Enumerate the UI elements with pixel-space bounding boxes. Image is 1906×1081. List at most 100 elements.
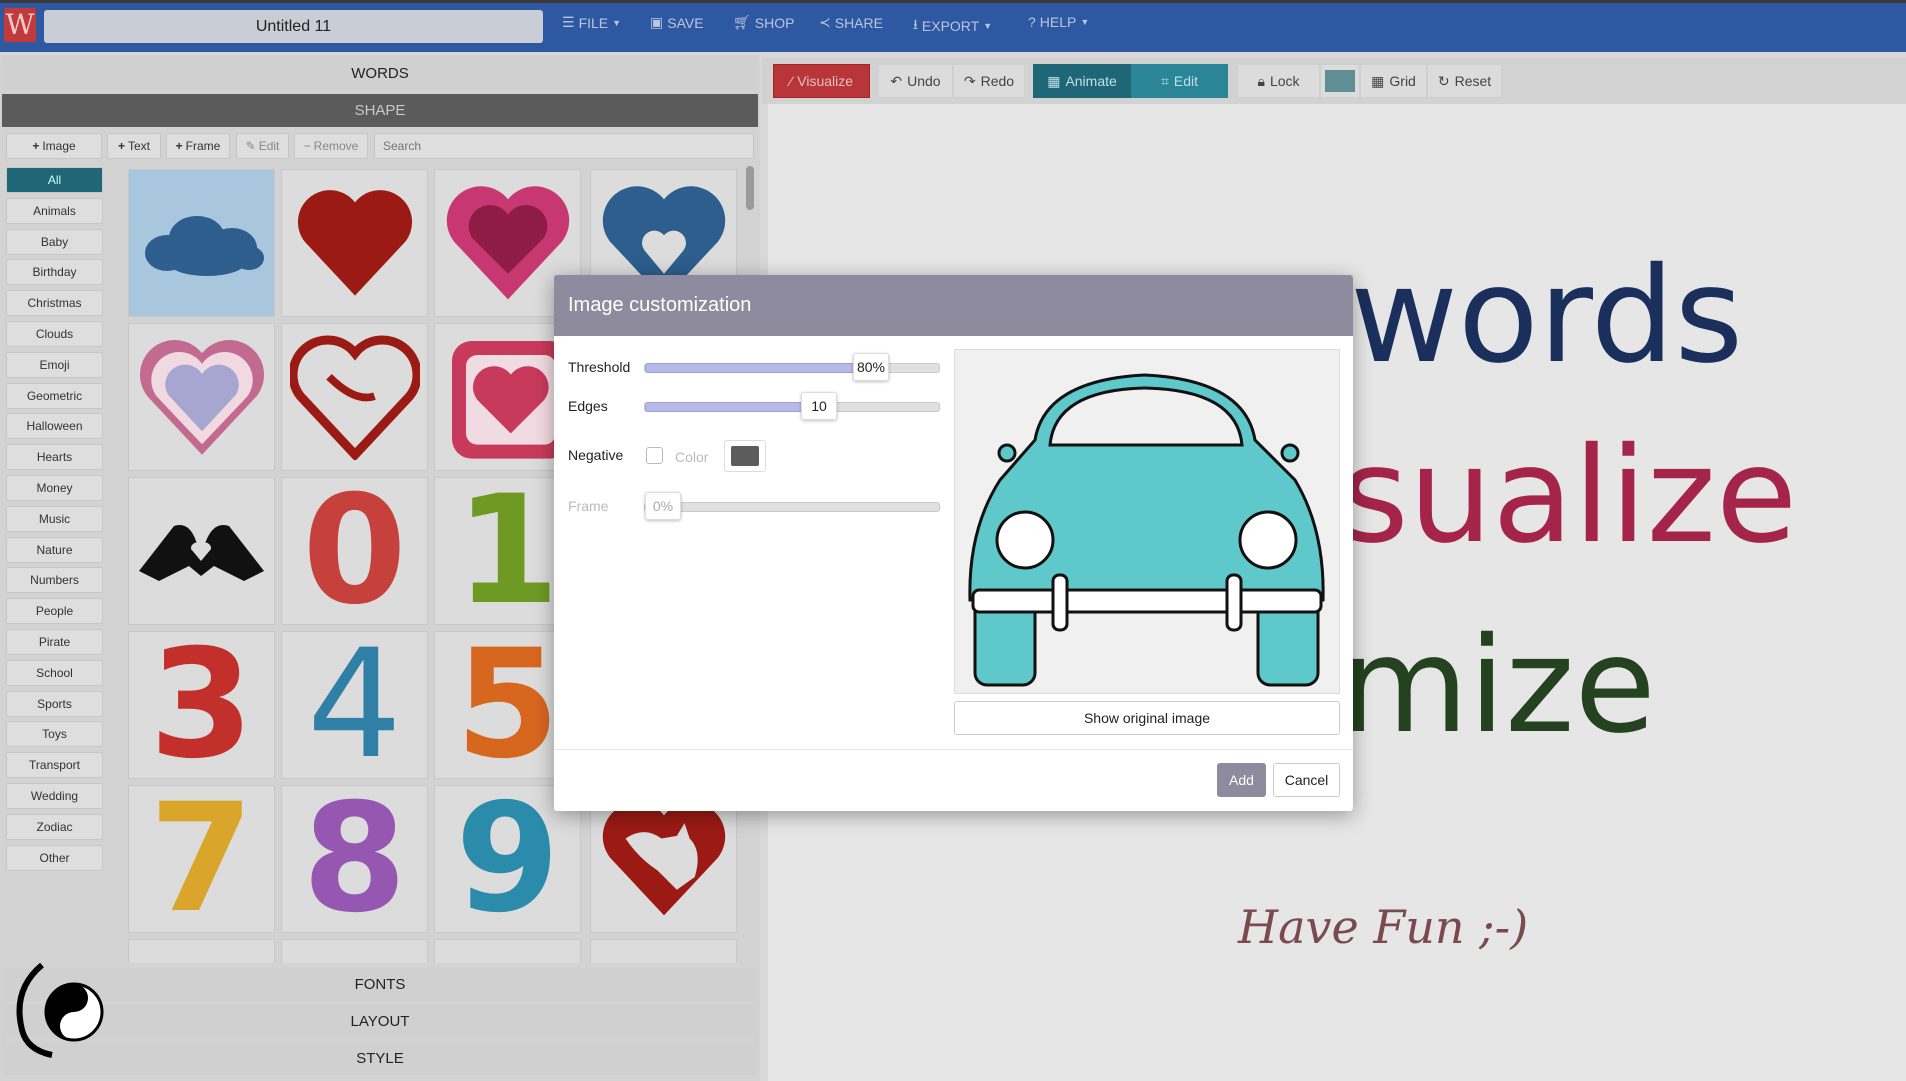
category-hearts[interactable]: Hearts [6,444,103,471]
shape-swirl-heart[interactable] [281,323,428,471]
undo-button[interactable]: ↶ Undo [878,64,953,98]
heart-icon [297,190,412,296]
category-zodiac[interactable]: Zodiac [6,813,103,840]
category-pirate[interactable]: Pirate [6,629,103,655]
shape-number-seven[interactable]: 7 [128,785,275,933]
section-layout[interactable]: LAYOUT [2,1005,758,1038]
add-frame-button[interactable]: + Frame [166,133,230,159]
category-birthday[interactable]: Birthday [6,259,103,286]
caret-down-icon: ▼ [1080,17,1090,27]
threshold-handle[interactable]: 80% [853,353,889,381]
add-button[interactable]: Add [1217,763,1266,797]
show-original-image-button[interactable]: Show original image [954,701,1340,735]
add-text-button[interactable]: + Text [107,133,161,159]
shape-number-eight[interactable]: 8 [281,785,428,933]
category-halloween[interactable]: Halloween [6,413,103,440]
edit-icon: ✎ [245,139,256,153]
remove-button[interactable]: − Remove [294,133,368,159]
section-style[interactable]: STYLE [2,1042,758,1075]
category-christmas[interactable]: Christmas [6,290,103,317]
shape-red-heart[interactable] [281,169,428,317]
menu-share[interactable]: ≺ SHARE [819,14,883,31]
category-nature[interactable]: Nature [6,536,103,563]
shape-number-three[interactable]: 3 [128,631,275,779]
category-wedding[interactable]: Wedding [6,783,103,809]
frame-handle[interactable]: 0% [645,492,681,520]
shape-number-zero[interactable]: 0 [281,477,428,625]
lock-icon: 🔒︎ [1257,72,1265,89]
section-words[interactable]: WORDS [2,57,758,90]
download-icon: ⭳ [913,16,918,32]
menu-save[interactable]: ▣ SAVE [650,14,704,31]
canvas-word-1[interactable]: words [1350,250,1743,382]
shape-number-four[interactable]: 4 [281,631,428,779]
shape-lavender-heart[interactable] [128,323,275,471]
section-shape[interactable]: SHAPE [2,94,758,127]
threshold-label: Threshold [568,359,631,375]
category-other[interactable]: Other [6,844,103,871]
shape-hands-heart[interactable] [128,477,275,625]
canvas-word-3[interactable]: mize [1340,620,1656,752]
category-toys[interactable]: Toys [6,721,103,748]
frame-label: Frame [568,498,609,514]
visualize-button[interactable]: ⁄ Visualize [773,64,870,98]
edit-button[interactable]: ✎ Edit [236,133,289,159]
add-image-button[interactable]: + Image [6,133,102,159]
animate-button[interactable]: ▦ Animate [1033,64,1131,98]
cart-icon: 🛒︎ [733,14,751,30]
heart-icon [139,339,264,455]
category-clouds[interactable]: Clouds [6,321,103,347]
caret-down-icon: ▼ [612,17,622,28]
category-animals[interactable]: Animals [6,197,103,224]
category-numbers[interactable]: Numbers [6,567,103,594]
question-icon: ? [1028,14,1036,30]
image-customization-dialog: Image customization Threshold 80% Edges … [554,275,1353,811]
shape-row-partial [128,939,738,963]
menu-shop[interactable]: 🛒︎ SHOP [733,14,794,31]
minus-icon: − [303,139,311,153]
category-music[interactable]: Music [6,505,103,532]
category-sports[interactable]: Sports [6,690,103,717]
app-logo[interactable]: W [4,8,36,42]
cloud-icon [144,216,264,276]
menu-help[interactable]: ? HELP ▼ [1028,14,1089,30]
yin-yang-feather-icon [16,962,104,1058]
grid-icon: ▦ [1371,72,1385,89]
list-icon: ☰ [562,14,575,30]
cancel-button[interactable]: Cancel [1273,763,1340,797]
negative-checkbox[interactable] [646,447,663,464]
grid-button[interactable]: ▦ Grid [1360,64,1427,98]
category-all[interactable]: All [6,167,103,193]
canvas-word-4[interactable]: Have Fun ;-) [1238,900,1528,954]
background-color-button[interactable] [1320,64,1360,98]
menu-file[interactable]: ☰ FILE ▼ [562,14,621,31]
category-transport[interactable]: Transport [6,752,103,779]
category-money[interactable]: Money [6,475,103,501]
lock-button[interactable]: 🔒︎ Lock [1237,64,1320,98]
redo-button[interactable]: ↷ Redo [953,64,1025,98]
frame-slider[interactable]: 0% [644,492,940,520]
reset-button[interactable]: ↻ Reset [1427,64,1502,98]
dialog-footer-divider [554,749,1353,750]
search-input[interactable] [374,133,754,159]
section-fonts[interactable]: FONTS [2,968,758,1001]
edges-handle[interactable]: 10 [801,392,837,420]
edges-slider[interactable]: 10 [644,392,940,420]
category-people[interactable]: People [6,598,103,625]
category-baby[interactable]: Baby [6,228,103,255]
edit-mode-button[interactable]: ⌗ Edit [1131,64,1228,98]
document-title-input[interactable]: Untitled 11 [44,10,543,43]
menu-export[interactable]: ⭳ EXPORT ▼ [913,14,992,38]
car-image [968,373,1325,687]
category-school[interactable]: School [6,659,103,686]
shape-cloud[interactable] [128,169,275,317]
heart-icon [289,335,420,460]
crop-icon: ⌗ [1160,72,1169,89]
threshold-slider[interactable]: 80% [644,353,940,381]
negative-color-picker[interactable] [724,440,766,472]
category-emoji[interactable]: Emoji [6,351,103,378]
category-geometric[interactable]: Geometric [6,382,103,409]
floppy-icon: ▣ [650,14,664,30]
grid-scrollbar[interactable] [746,166,754,210]
canvas-word-2[interactable]: sualize [1340,430,1797,562]
